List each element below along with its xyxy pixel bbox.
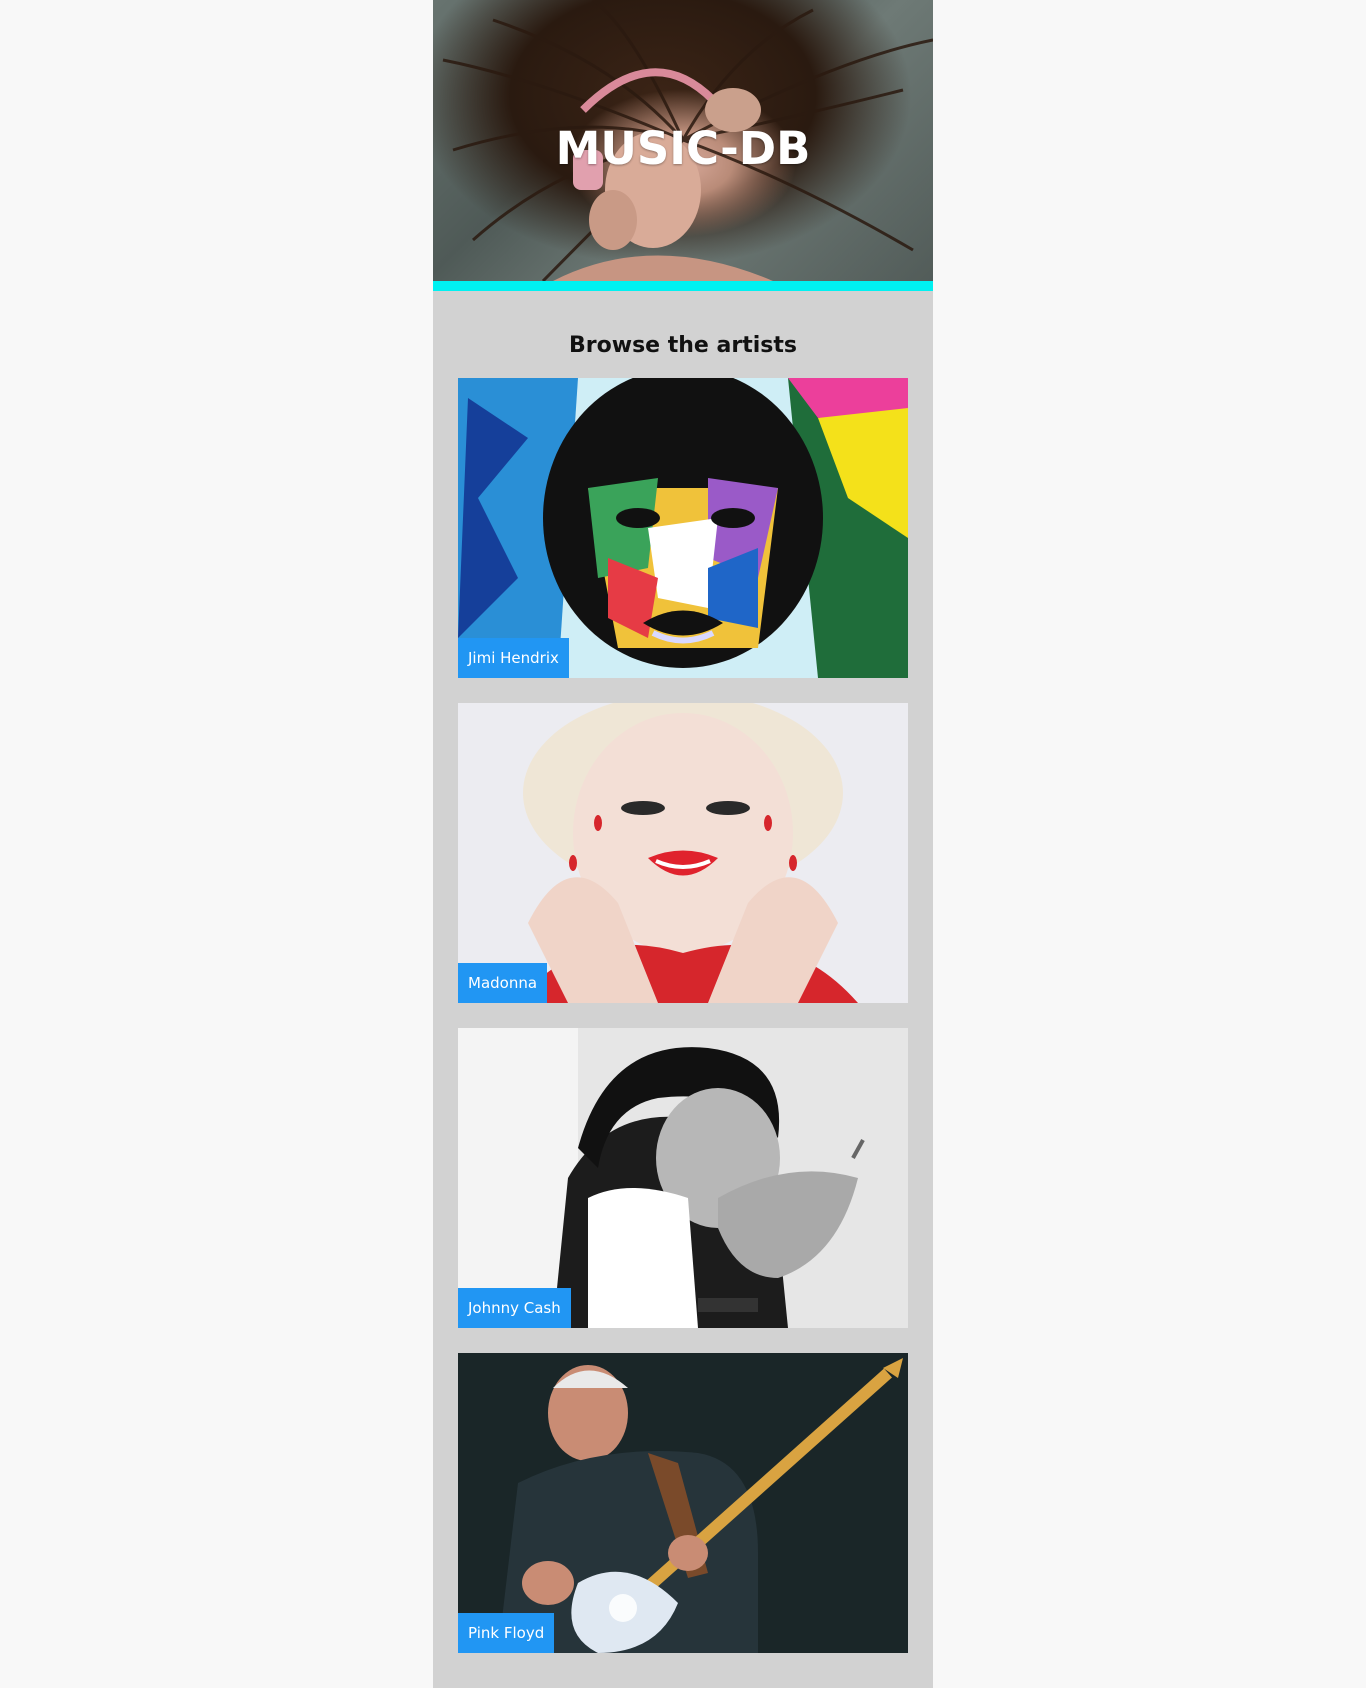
site-title: MUSIC-DB — [555, 122, 811, 175]
artist-list: Jimi Hendrix Madonna Johnny Cash Pink Fl… — [458, 378, 908, 1678]
artist-name-label: Pink Floyd — [458, 1613, 555, 1653]
artist-name-label: Madonna — [458, 963, 548, 1003]
artist-card-johnny-cash[interactable]: Johnny Cash — [458, 1028, 908, 1328]
artist-card-pink-floyd[interactable]: Pink Floyd — [458, 1353, 908, 1653]
browse-heading: Browse the artists — [569, 333, 797, 358]
artist-name-label: Jimi Hendrix — [458, 638, 569, 678]
artist-image-madonna — [458, 703, 908, 1003]
artist-card-jimi-hendrix[interactable]: Jimi Hendrix — [458, 378, 908, 678]
artist-image-jimi-hendrix — [458, 378, 908, 678]
artist-name-label: Johnny Cash — [458, 1288, 571, 1328]
page-container: MUSIC-DB Browse the artists Jimi Hendrix… — [433, 0, 933, 1688]
artist-image-pink-floyd — [458, 1353, 908, 1653]
artist-image-johnny-cash — [458, 1028, 908, 1328]
hero-banner: MUSIC-DB — [433, 0, 933, 281]
hero-accent-bar — [433, 281, 933, 291]
artist-card-madonna[interactable]: Madonna — [458, 703, 908, 1003]
